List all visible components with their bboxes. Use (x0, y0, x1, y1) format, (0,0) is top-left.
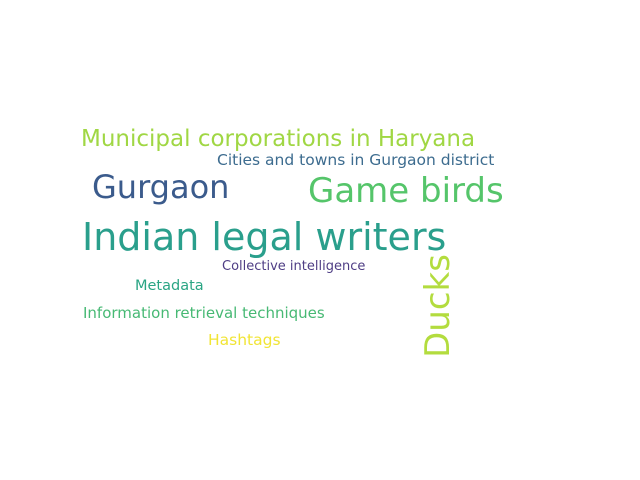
word-collective-intelligence: Collective intelligence (222, 259, 366, 274)
word-municipal-corporations-in-haryana: Municipal corporations in Haryana (81, 126, 476, 152)
word-metadata: Metadata (135, 278, 204, 294)
word-cloud: Municipal corporations in Haryana Cities… (0, 0, 640, 480)
word-information-retrieval-techniques: Information retrieval techniques (83, 304, 325, 322)
word-hashtags: Hashtags (208, 331, 281, 349)
word-indian-legal-writers: Indian legal writers (82, 215, 447, 259)
word-gurgaon: Gurgaon (92, 168, 230, 206)
word-game-birds: Game birds (308, 171, 504, 211)
word-cities-and-towns-in-gurgaon-district: Cities and towns in Gurgaon district (217, 151, 495, 169)
word-ducks: Ducks (418, 254, 458, 358)
